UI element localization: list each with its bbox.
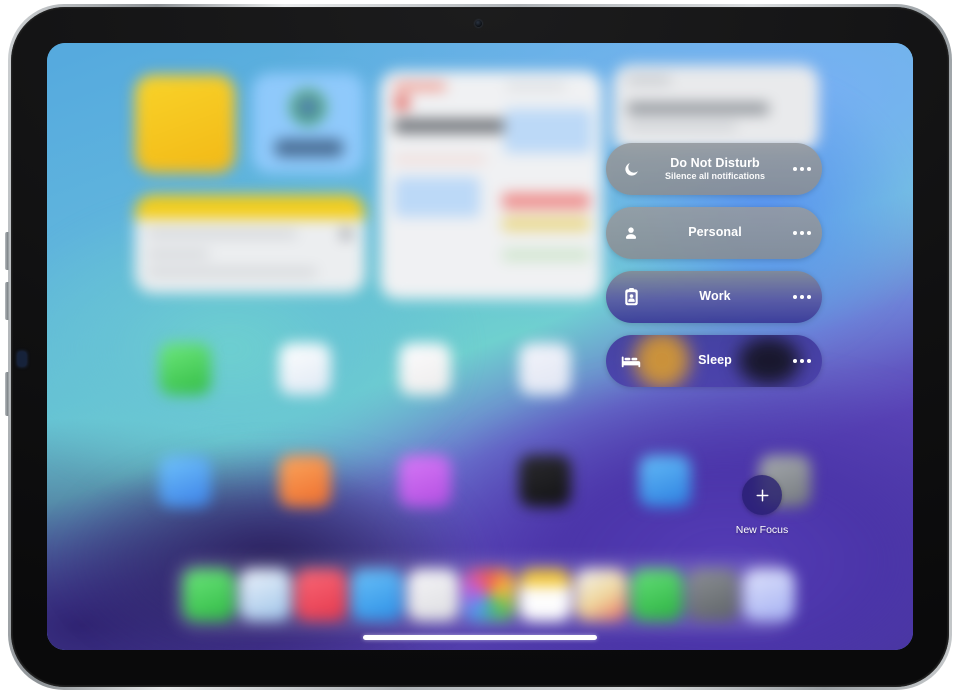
- mail-card: [502, 217, 590, 231]
- home-indicator[interactable]: [363, 635, 597, 640]
- more-options-icon[interactable]: [782, 231, 822, 235]
- app-icon-weather[interactable]: [639, 455, 691, 507]
- pill-text-block: Work: [648, 290, 782, 303]
- notes-line: [147, 231, 297, 237]
- mail-widget[interactable]: [380, 71, 602, 299]
- mail-accent-bar: [394, 83, 446, 90]
- more-options-icon[interactable]: [782, 295, 822, 299]
- new-focus-group[interactable]: New Focus: [715, 475, 809, 536]
- dock-icon-mail[interactable]: [351, 569, 403, 621]
- dock-icon-app-store[interactable]: [743, 569, 795, 621]
- dock-icon-notes[interactable]: [519, 569, 571, 621]
- focus-mode-title: Work: [699, 289, 731, 304]
- app-icon-photos[interactable]: [399, 343, 451, 395]
- bed-icon: [614, 354, 648, 369]
- more-options-icon[interactable]: [782, 167, 822, 171]
- focus-mode-title: Sleep: [698, 353, 732, 368]
- contact-name-bar: [274, 139, 344, 157]
- focus-mode-title: Do Not Disturb: [670, 155, 760, 170]
- focus-mode-subtitle: Silence all notifications: [664, 170, 766, 181]
- dock-icon-safari[interactable]: [239, 569, 291, 621]
- mail-title-bar: [394, 119, 520, 133]
- volume-down-button[interactable]: [5, 282, 10, 320]
- plus-icon: [756, 489, 768, 501]
- dock: [173, 558, 795, 632]
- pill-text-block: Do Not Disturb Silence all notifications: [648, 155, 782, 182]
- app-icon-podcasts[interactable]: [399, 455, 451, 507]
- focus-mode-sleep[interactable]: Sleep: [606, 335, 822, 387]
- dock-icon-podcasts[interactable]: [687, 569, 739, 621]
- mail-card: [502, 193, 590, 209]
- dock-icon-facetime[interactable]: [631, 569, 683, 621]
- calendar-date-bar: [627, 77, 671, 83]
- notes-widget-header: [135, 195, 365, 219]
- focus-mode-work[interactable]: Work: [606, 271, 822, 323]
- front-camera-icon: [475, 20, 482, 27]
- focus-mode-title: Personal: [688, 225, 742, 240]
- volume-up-button[interactable]: [5, 232, 10, 270]
- side-connector-port: [18, 352, 26, 366]
- dock-icon-photos[interactable]: [407, 569, 459, 621]
- id-badge-icon: [614, 288, 648, 306]
- notes-line: [147, 269, 317, 275]
- more-options-icon[interactable]: [782, 359, 822, 363]
- mail-card: [504, 109, 592, 153]
- calendar-time-bar: [627, 123, 737, 129]
- weather-widget[interactable]: [135, 75, 235, 173]
- app-icon-mail[interactable]: [279, 343, 331, 395]
- mail-card: [394, 177, 480, 217]
- new-focus-button[interactable]: [742, 475, 782, 515]
- focus-mode-do-not-disturb[interactable]: Do Not Disturb Silence all notifications: [606, 143, 822, 195]
- moon-icon: [614, 161, 648, 178]
- dock-icon-photos-alt[interactable]: [463, 569, 515, 621]
- power-button[interactable]: [5, 372, 10, 416]
- app-icon-files[interactable]: [159, 455, 211, 507]
- tablet-screen: Do Not Disturb Silence all notifications…: [47, 43, 913, 650]
- dock-icon-keynote[interactable]: [575, 569, 627, 621]
- calendar-widget[interactable]: [613, 65, 819, 151]
- mail-card: [502, 249, 590, 261]
- mail-meta-bar: [506, 83, 566, 89]
- focus-mode-personal[interactable]: Personal: [606, 207, 822, 259]
- focus-modes-panel: Do Not Disturb Silence all notifications…: [606, 143, 826, 399]
- dock-icon-messages[interactable]: [183, 569, 235, 621]
- app-icon-music[interactable]: [279, 455, 331, 507]
- contacts-widget[interactable]: [252, 73, 364, 173]
- mail-avatar: [394, 95, 410, 111]
- pill-text-block: Personal: [648, 226, 782, 239]
- contact-avatar-inner: [298, 97, 318, 117]
- pill-text-block: Sleep: [648, 354, 782, 367]
- notes-thumbnail: [341, 229, 351, 239]
- person-icon: [614, 225, 648, 242]
- app-icon-app-store[interactable]: [519, 343, 571, 395]
- notes-widget[interactable]: [135, 195, 365, 293]
- dock-icon-music[interactable]: [295, 569, 347, 621]
- mail-divider: [394, 157, 486, 162]
- notes-line: [147, 251, 209, 257]
- calendar-event-bar: [627, 103, 769, 114]
- app-icon-tv[interactable]: [519, 455, 571, 507]
- app-icon-messages[interactable]: [159, 343, 211, 395]
- new-focus-label: New Focus: [735, 524, 789, 536]
